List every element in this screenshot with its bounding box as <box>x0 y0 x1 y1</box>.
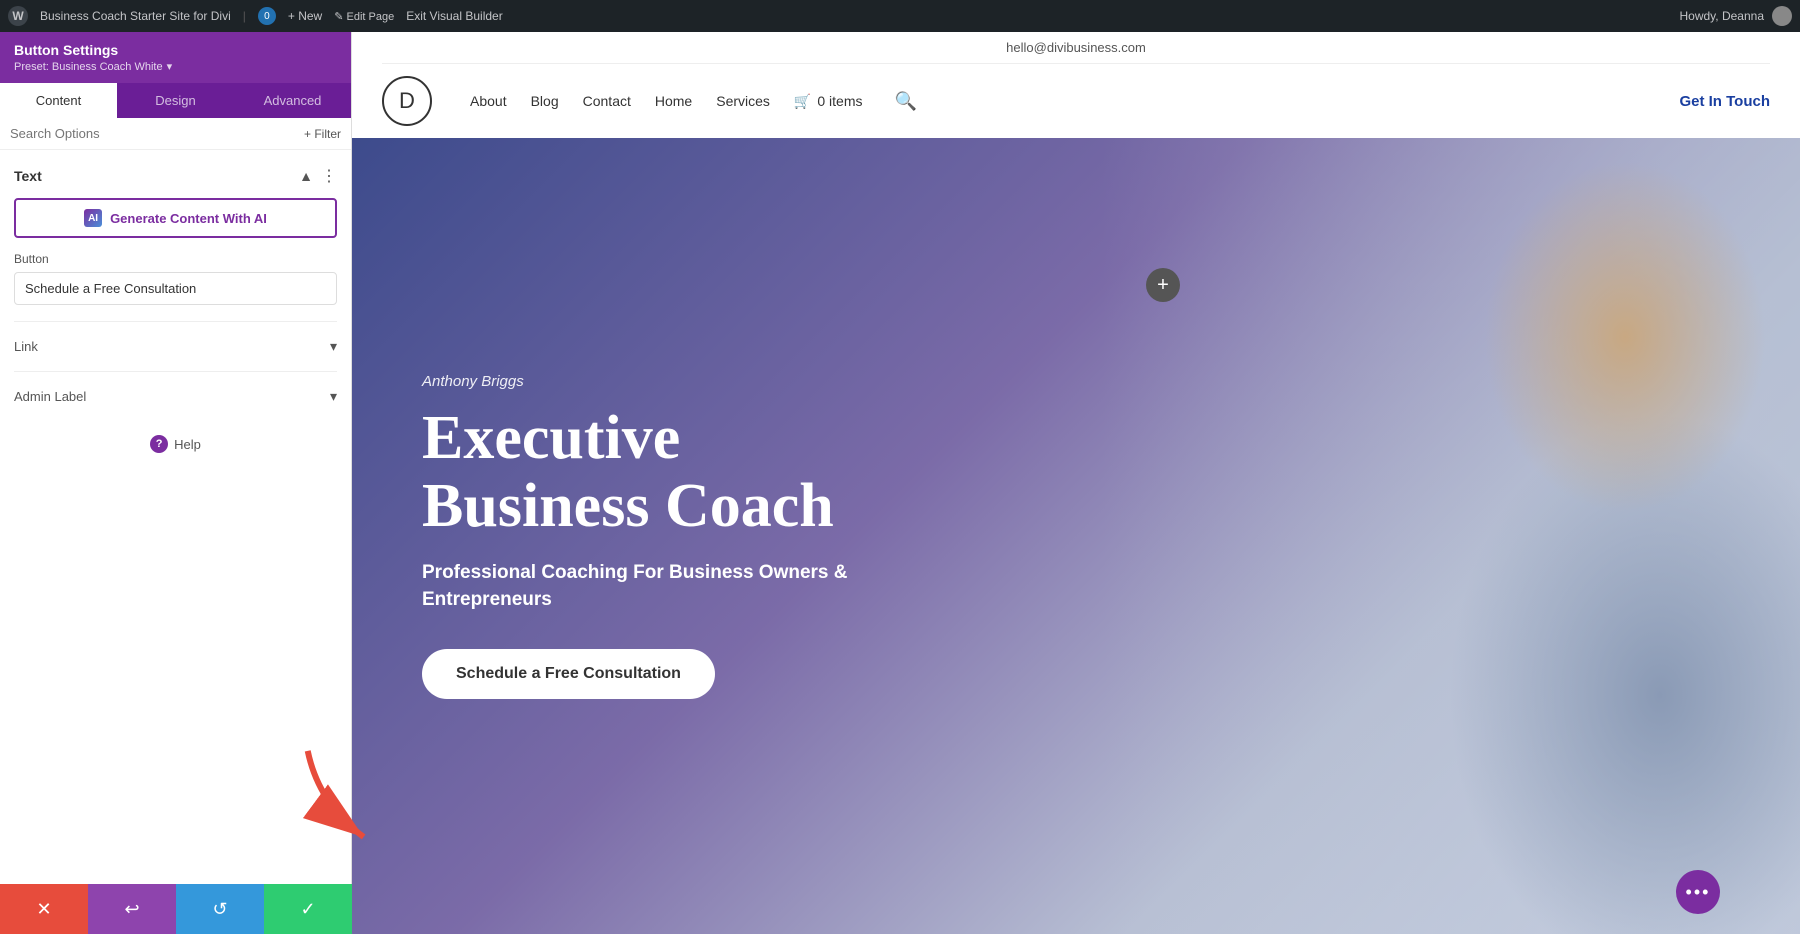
comments-badge[interactable]: 0 <box>258 7 276 25</box>
site-name: Business Coach Starter Site for Divi <box>40 9 231 23</box>
cancel-button[interactable]: ✕ <box>0 884 88 934</box>
help-section[interactable]: ? Help <box>14 421 337 467</box>
hero-title: Executive Business Coach <box>422 404 882 540</box>
filter-button[interactable]: + Filter <box>304 127 341 141</box>
hero-person-image <box>1100 138 1800 934</box>
button-text-input[interactable] <box>14 272 337 305</box>
sidebar: Button Settings Preset: Business Coach W… <box>0 32 352 934</box>
sidebar-content: Text ▲ ⋮ AI Generate Content With AI But… <box>0 150 351 934</box>
admin-label-header[interactable]: Admin Label ▾ <box>14 382 337 411</box>
get-in-touch-button[interactable]: Get In Touch <box>1679 93 1770 110</box>
add-element-button[interactable]: + <box>1146 268 1180 302</box>
admin-label-title: Admin Label <box>14 389 86 404</box>
undo-button[interactable]: ↩ <box>88 884 176 934</box>
sidebar-title: Button Settings <box>14 42 337 58</box>
sidebar-preset[interactable]: Preset: Business Coach White ▾ <box>14 60 337 73</box>
ai-generate-label: Generate Content With AI <box>110 211 267 226</box>
hero-author: Anthony Briggs <box>422 373 882 390</box>
site-email-bar[interactable]: hello@divibusiness.com <box>382 32 1770 64</box>
cart-area[interactable]: 🛒 0 items <box>794 93 863 110</box>
cart-icon: 🛒 <box>794 93 811 110</box>
edit-page-button[interactable]: ✎ Edit Page <box>334 10 394 23</box>
person-silhouette <box>1100 138 1800 934</box>
nav-link-blog[interactable]: Blog <box>531 93 559 109</box>
hero-section: Anthony Briggs Executive Business Coach … <box>352 138 1800 934</box>
nav-link-contact[interactable]: Contact <box>583 93 631 109</box>
cart-count: 0 items <box>817 93 862 109</box>
new-button[interactable]: + New <box>288 9 322 23</box>
nav-links: About Blog Contact Home Services 🛒 0 ite… <box>470 91 1651 112</box>
link-section-header[interactable]: Link ▾ <box>14 332 337 361</box>
admin-label-section: Admin Label ▾ <box>14 371 337 411</box>
ai-icon: AI <box>84 209 102 227</box>
site-name-text: Business Coach Starter Site for Divi <box>40 9 231 23</box>
bottom-action-bar: ✕ ↩ ↺ ✓ <box>0 884 352 934</box>
tab-design[interactable]: Design <box>117 83 234 118</box>
cta-button[interactable]: Schedule a Free Consultation <box>422 649 715 699</box>
link-section: Link ▾ <box>14 321 337 361</box>
sidebar-tabs: Content Design Advanced <box>0 83 351 118</box>
search-bar: + Filter <box>0 118 351 150</box>
ai-generate-button[interactable]: AI Generate Content With AI <box>14 198 337 238</box>
sidebar-header: Button Settings Preset: Business Coach W… <box>0 32 351 83</box>
hero-subtitle: Professional Coaching For Business Owner… <box>422 560 882 613</box>
site-header: hello@divibusiness.com D About Blog Cont… <box>352 32 1800 138</box>
text-section-title: Text <box>14 168 42 184</box>
section-controls: ▲ ⋮ <box>299 166 337 186</box>
avatar <box>1772 6 1792 26</box>
redo-button[interactable]: ↺ <box>176 884 264 934</box>
howdy-text: Howdy, Deanna <box>1680 9 1765 23</box>
website-preview: hello@divibusiness.com D About Blog Cont… <box>352 32 1800 934</box>
nav-link-services[interactable]: Services <box>716 93 770 109</box>
collapse-button[interactable]: ▲ <box>299 168 313 184</box>
text-section-header: Text ▲ ⋮ <box>14 166 337 186</box>
more-actions-button[interactable]: ••• <box>1676 870 1720 914</box>
search-icon[interactable]: 🔍 <box>894 91 916 112</box>
site-logo: D <box>382 76 432 126</box>
button-field-label: Button <box>14 252 337 266</box>
more-options-button[interactable]: ⋮ <box>321 166 337 186</box>
tab-content[interactable]: Content <box>0 83 117 118</box>
wp-logo-icon[interactable]: W <box>8 6 28 26</box>
exit-builder-button[interactable]: Exit Visual Builder <box>406 9 503 23</box>
save-button[interactable]: ✓ <box>264 884 352 934</box>
nav-link-about[interactable]: About <box>470 93 507 109</box>
link-chevron-icon: ▾ <box>330 338 337 355</box>
admin-label-chevron-icon: ▾ <box>330 388 337 405</box>
site-nav: D About Blog Contact Home Services 🛒 0 i… <box>382 64 1770 138</box>
hero-content: Anthony Briggs Executive Business Coach … <box>352 313 952 760</box>
admin-bar: W Business Coach Starter Site for Divi |… <box>0 0 1800 32</box>
nav-link-home[interactable]: Home <box>655 93 692 109</box>
tab-advanced[interactable]: Advanced <box>234 83 351 118</box>
search-input[interactable] <box>10 126 296 141</box>
help-icon: ? <box>150 435 168 453</box>
link-section-title: Link <box>14 339 38 354</box>
help-label: Help <box>174 437 201 452</box>
